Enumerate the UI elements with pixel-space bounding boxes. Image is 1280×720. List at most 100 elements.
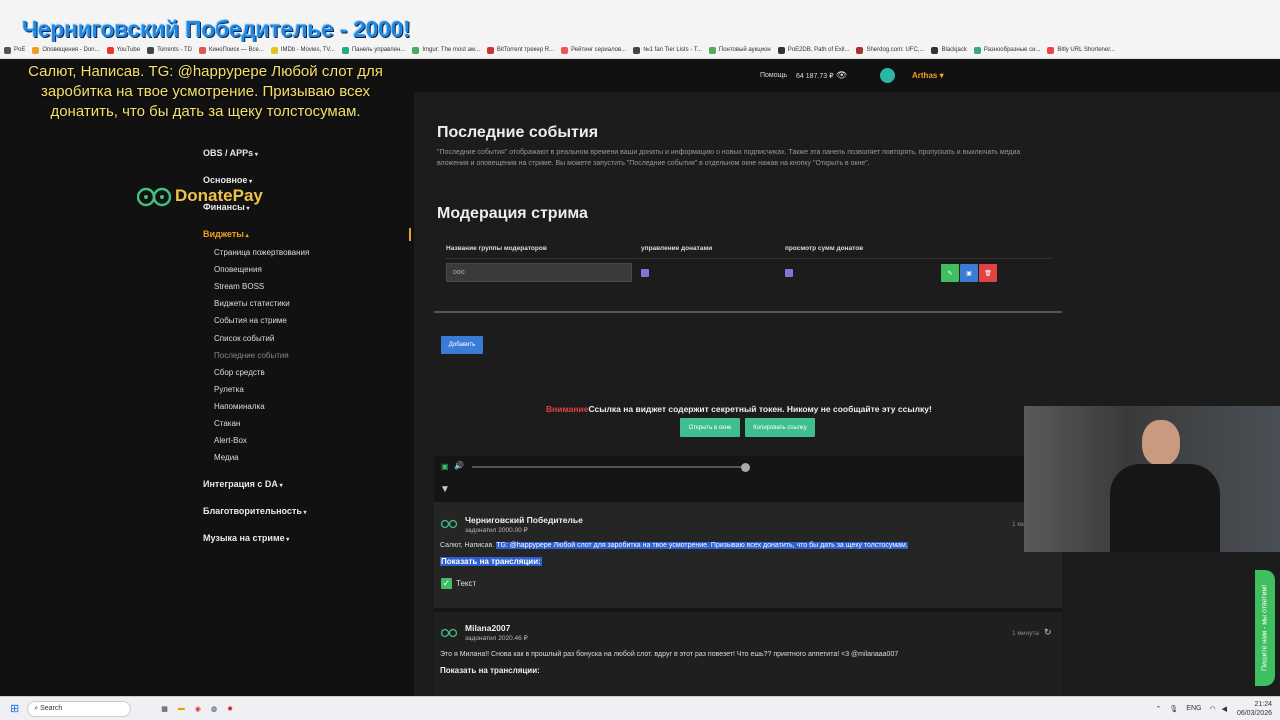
filter-icon[interactable]: ▼: [440, 484, 450, 495]
warning-label: Внимание: [546, 404, 589, 414]
nav-section-charity[interactable]: Благотворительность ▾: [203, 506, 307, 516]
sidebar-item-widget[interactable]: Оповещения: [214, 265, 262, 274]
chevron-down-icon: ▾: [253, 152, 258, 158]
bookmark-item[interactable]: КиноПоиск — Все...: [199, 46, 264, 54]
bookmark-label: PoE2DB, Path of Exil...: [787, 47, 850, 53]
media-icon[interactable]: ▣: [441, 462, 449, 471]
balance: 64 187.73 ₽: [796, 73, 834, 80]
bookmark-item[interactable]: Imgur: The most aw...: [412, 46, 480, 54]
active-section-marker: [409, 228, 411, 241]
bookmark-label: Blackjack: [941, 47, 967, 53]
tray-arrow-icon[interactable]: ⌃: [1156, 705, 1162, 713]
stream-title-overlay: Черниговский Победителье - 2000!: [22, 16, 411, 42]
bookmark-item[interactable]: Blackjack: [931, 46, 967, 54]
bookmark-item[interactable]: Torrents - TD: [147, 46, 192, 54]
sidebar-item-widget[interactable]: Стакан: [214, 419, 240, 428]
windows-start-icon[interactable]: ⊞: [10, 702, 19, 715]
volume-slider-handle[interactable]: [741, 463, 750, 472]
sidebar-item-widget[interactable]: Рулетка: [214, 385, 244, 394]
edit-icon-button[interactable]: ✎: [941, 264, 959, 282]
sidebar-item-widget[interactable]: Медиа: [214, 453, 239, 462]
chrome-icon[interactable]: ◉: [195, 705, 201, 713]
bookmark-item[interactable]: Оповещения - Don...: [32, 46, 100, 54]
sidebar-item-widget[interactable]: Сбор средств: [214, 368, 265, 377]
replay-icon[interactable]: ↻: [1044, 627, 1052, 638]
token-warning: ВниманиеСсылка на виджет содержит секрет…: [546, 404, 932, 414]
eye-icon[interactable]: 👁: [836, 70, 847, 81]
sidebar-item-widget[interactable]: Страница пожертвования: [214, 248, 309, 257]
message-selected: TG: @happypepe Любой слот для заробитка …: [496, 542, 908, 549]
copy-link-button[interactable]: Копировать ссылку: [745, 418, 815, 437]
user-menu[interactable]: Arthas ▾: [912, 71, 944, 80]
delete-icon-button[interactable]: 🗑: [979, 264, 997, 282]
bookmark-icon: [708, 46, 716, 54]
bookmark-icon: [561, 46, 569, 54]
folder-icon[interactable]: ▬: [178, 705, 185, 712]
bookmark-icon: [32, 46, 40, 54]
bookmark-item[interactable]: IMDb - Movies, TV...: [270, 46, 335, 54]
donation-amount: задонатил 2020.46 ₽: [465, 635, 528, 642]
taskbar-search[interactable]: ⌕ Search: [27, 700, 132, 717]
nav-section-obs[interactable]: OBS / APPs ▾: [203, 148, 258, 158]
sidebar-item-widget[interactable]: Stream BOSS: [214, 282, 264, 291]
sidebar-item-widget[interactable]: Alert-Box: [214, 436, 247, 445]
volume-tray-icon[interactable]: ◀: [1222, 705, 1227, 713]
bookmark-item[interactable]: Панель управлен...: [341, 46, 406, 54]
chevron-down-icon: ▴: [244, 233, 249, 239]
logo-icon: [137, 187, 171, 207]
webcam-overlay: [1024, 406, 1280, 552]
bookmark-item[interactable]: Sherdog.com: UFC,...: [856, 46, 924, 54]
nav-section-da[interactable]: Интеграция с DA ▾: [203, 479, 283, 489]
text-option-checkbox[interactable]: ✓: [441, 578, 452, 589]
volume-icon[interactable]: 🔊: [454, 461, 464, 470]
sidebar-item-widget[interactable]: Последние события: [214, 351, 289, 360]
feedback-tab[interactable]: Пишите нам - мы ответим!: [1255, 570, 1275, 686]
bookmark-item[interactable]: Понтовый аукцион: [708, 46, 771, 54]
sidebar-item-widget[interactable]: Напоминалка: [214, 402, 265, 411]
app-icon[interactable]: ✹: [227, 705, 233, 713]
bookmark-item[interactable]: PoE: [4, 46, 25, 54]
bookmark-item[interactable]: PoE2DB, Path of Exil...: [777, 46, 850, 54]
add-moderator-button[interactable]: Добавить: [441, 336, 483, 354]
bookmark-item[interactable]: №1 fan Tier Lists - T...: [633, 46, 702, 54]
wifi-icon[interactable]: ◠: [1209, 705, 1215, 713]
donor-name: Черниговский Победителье: [465, 515, 583, 525]
avatar[interactable]: [880, 68, 895, 83]
warning-text: Ссылка на виджет содержит секретный токе…: [588, 404, 932, 414]
files-icon[interactable]: ▦: [161, 705, 168, 713]
save-icon-button[interactable]: ▣: [960, 264, 978, 282]
sidebar-item-widget[interactable]: Виджеты статистики: [214, 299, 290, 308]
bookmark-item[interactable]: BitTorrent трекер R...: [486, 46, 554, 54]
group-name-input[interactable]: ооо: [446, 263, 632, 282]
help-link[interactable]: Помощь: [760, 72, 787, 79]
nav-section-widgets[interactable]: Виджеты ▴: [203, 229, 249, 239]
open-in-window-button[interactable]: Открыть в окне: [680, 418, 740, 437]
bookmark-label: Imgur: The most aw...: [422, 47, 480, 53]
view-sums-checkbox[interactable]: [785, 269, 793, 277]
moderation-title: Модерация стрима: [437, 205, 588, 222]
bookmark-item[interactable]: YouTube: [106, 46, 140, 54]
steam-icon[interactable]: ◍: [211, 705, 217, 713]
donatepay-icon: [441, 519, 457, 529]
taskbar: ⊞ ⌕ Search ▦ ▬ ◉ ◍ ✹ ⌃ 🎙 ENG ◠ ◀ 21:24 06…: [0, 696, 1280, 720]
bookmark-icon: [486, 46, 494, 54]
section-divider: [434, 311, 1062, 313]
mic-icon[interactable]: 🎙: [1169, 705, 1178, 713]
sidebar-item-widget[interactable]: Список событий: [214, 334, 274, 343]
manage-donations-checkbox[interactable]: [641, 269, 649, 277]
bookmark-item[interactable]: Bitly URL Shortener...: [1047, 46, 1115, 54]
bookmark-icon: [106, 46, 114, 54]
bookmark-item[interactable]: Разнообразные си...: [973, 46, 1041, 54]
bookmark-icon: [633, 46, 641, 54]
bookmark-item[interactable]: Рейтинг сериалов...: [561, 46, 626, 54]
donation-message: Это я Милана!! Снова как в прошлый раз б…: [440, 651, 899, 658]
col-view-sums: просмотр сумм донатов: [785, 245, 864, 252]
bookmark-label: Панель управлен...: [351, 47, 406, 53]
lang-indicator[interactable]: ENG: [1186, 705, 1201, 712]
nav-section-music[interactable]: Музыка на стриме ▾: [203, 533, 289, 543]
recent-events-description: "Последние события" отображают в реально…: [437, 149, 1021, 167]
volume-slider-track[interactable]: [472, 466, 746, 468]
sidebar-item-widget[interactable]: События на стриме: [214, 316, 287, 325]
clock[interactable]: 21:24 06/03/2026: [1237, 700, 1272, 718]
bookmark-label: Разнообразные си...: [983, 47, 1041, 53]
